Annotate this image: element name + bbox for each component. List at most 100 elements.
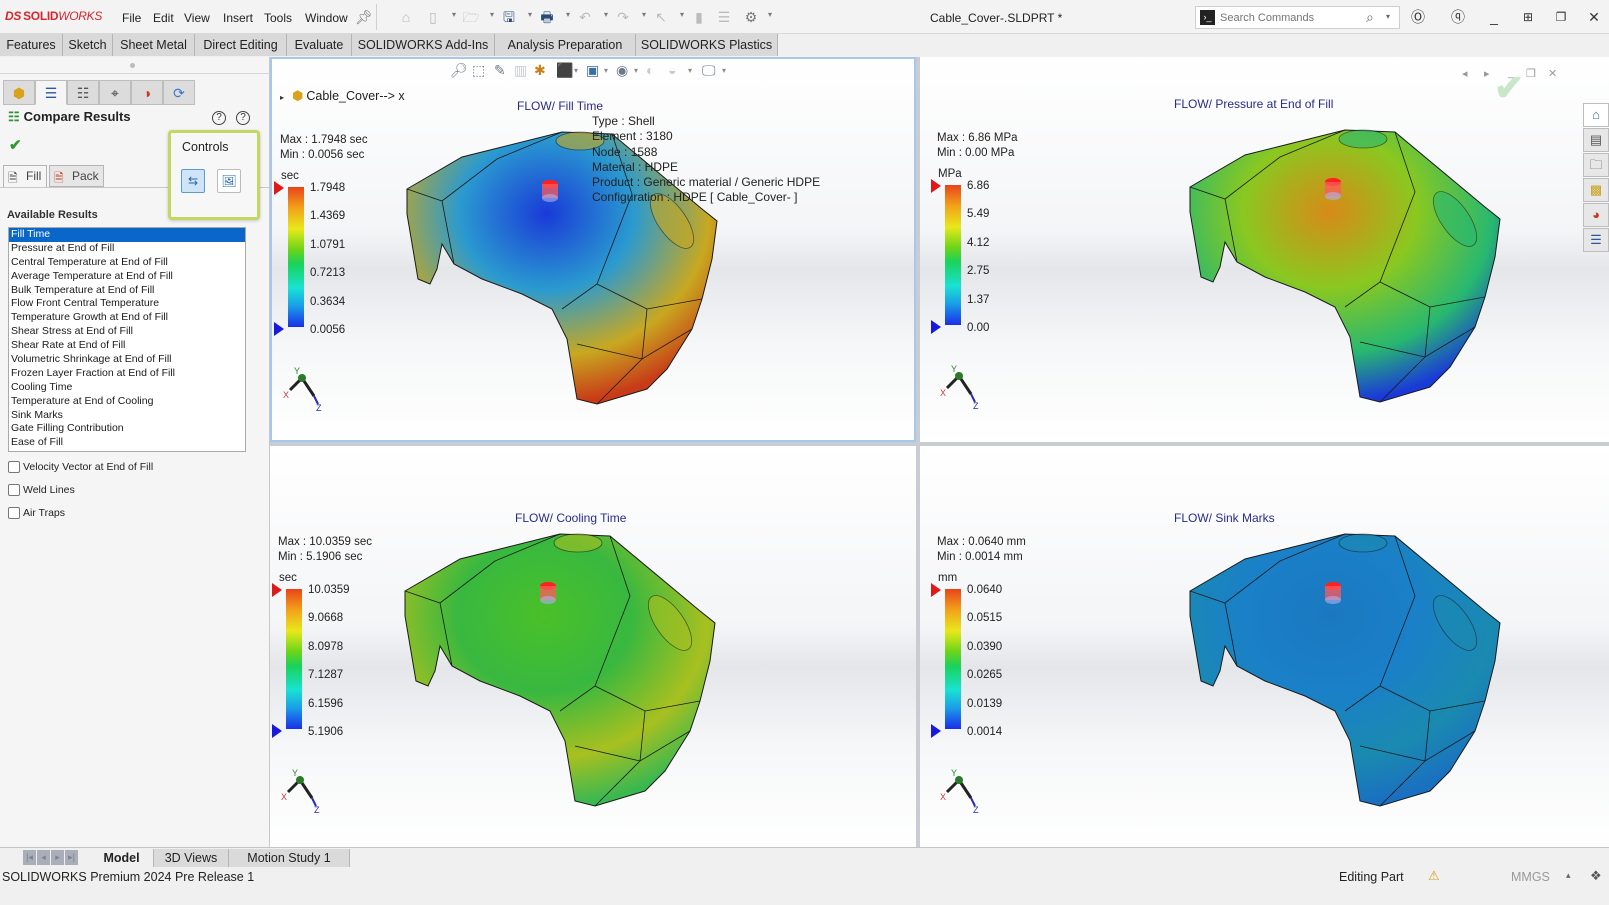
previous-tab-arrow-icon[interactable]: ◂ [37,850,50,865]
chevron-down-icon[interactable]: ▾ [1386,12,1390,21]
display-style-icon[interactable]: ▣ [586,62,599,79]
weld-lines-checkbox[interactable]: Weld Lines [8,484,75,498]
menu-file[interactable]: File [122,11,141,25]
chevron-down-icon[interactable]: ▾ [490,10,494,19]
tab-direct-editing[interactable]: Direct Editing [195,34,287,56]
new-document-icon[interactable]: ▯ [424,8,442,26]
plastics-manager-tab-icon[interactable]: ⟳ [163,80,195,105]
list-item[interactable]: Bulk Temperature at End of Fill [9,284,245,298]
horizontal-viewport-splitter[interactable] [270,442,1609,446]
previous-viewport-icon[interactable]: ◂ [1462,67,1468,80]
list-item[interactable]: Shear Rate at End of Fill [9,339,245,353]
viewport-sink-marks[interactable]: FLOW/ Sink Marks Max : 0.0640 mm Min : 0… [920,446,1609,847]
rebuild-status-icon[interactable]: ⚠ [1428,868,1440,884]
chevron-down-icon[interactable]: ▾ [528,10,532,19]
menu-insert[interactable]: Insert [223,11,253,25]
zoom-to-fit-icon[interactable]: 🔎︎ [450,62,468,79]
list-item[interactable]: Frozen Layer Fraction at End of Fill [9,367,245,381]
help-icon[interactable]: ⓠ [1448,8,1468,26]
graphics-area[interactable]: FLOW/ Fill Time Max : 1.7948 sec Min : 0… [270,57,1609,847]
image-settings-button[interactable]: 🖼︎ [217,169,241,193]
propertymanager-tab-icon[interactable]: ☰ [35,80,67,105]
view-settings-icon[interactable]: 🖵︎ [702,62,716,79]
chevron-down-icon[interactable]: ▾ [604,66,608,75]
viewport-pressure[interactable]: FLOW/ Pressure at End of Fill Max : 6.86… [920,57,1609,442]
chevron-down-icon[interactable]: ▾ [642,10,646,19]
dimxpert-tab-icon[interactable]: ⌖ [99,80,131,105]
chevron-down-icon[interactable]: ▾ [574,66,578,75]
list-item[interactable]: Temperature at End of Cooling [9,395,245,409]
minimize-button[interactable]: _ [1484,8,1504,26]
view-orientation-icon[interactable]: ⬛ [556,62,573,79]
print-icon[interactable]: 🖶︎ [538,8,556,26]
menu-window[interactable]: Window [305,11,348,25]
featuremanager-tree-tab-icon[interactable]: ⬢ [3,80,35,105]
checkbox[interactable] [8,484,20,497]
home-icon[interactable]: ⌂ [397,8,415,26]
subtab-pack[interactable]: 🗎︎ Pack [49,165,104,187]
part-model-result-plot[interactable] [400,531,730,821]
restore-button[interactable]: ❐ [1551,8,1571,26]
previous-view-icon[interactable]: ✎ [494,62,506,79]
select-cursor-icon[interactable]: ↖ [652,8,670,26]
expand-arrow-icon[interactable]: ▸ [280,93,284,102]
redo-icon[interactable]: ↷ [614,8,632,26]
tile-windows-button[interactable]: ⊞ [1518,8,1538,26]
legend-max-marker-icon[interactable] [274,181,284,195]
last-tab-arrow-icon[interactable]: ▸| [65,850,78,865]
viewport-cooling-time[interactable]: FLOW/ Cooling Time Max : 10.0359 sec Min… [270,446,916,847]
unit-system-status[interactable]: MMGS [1511,870,1550,884]
subtab-fill[interactable]: 🗎︎ Fill [3,165,47,187]
list-item[interactable]: Flow Front Central Temperature [9,297,245,311]
next-tab-arrow-icon[interactable]: ▸ [51,850,64,865]
list-item[interactable]: Cooling Time [9,381,245,395]
chevron-up-icon[interactable]: ▴ [1566,870,1571,881]
help-icon[interactable]: ? [236,111,250,125]
undo-icon[interactable]: ↶ [576,8,594,26]
appearances-scenes-icon[interactable]: ◕ [1583,203,1609,227]
whats-new-help-icon[interactable]: ? [212,111,226,125]
ok-checkmark-button[interactable]: ✔ [9,136,22,154]
display-manager-tab-icon[interactable]: ◑ [131,80,163,105]
tab-sheet-metal[interactable]: Sheet Metal [113,34,195,56]
legend-min-marker-icon[interactable] [931,320,941,334]
search-commands-input[interactable] [1220,10,1360,26]
confirmation-corner-ok-icon[interactable]: ✔ [1494,67,1524,109]
list-item[interactable]: Volumetric Shrinkage at End of Fill [9,353,245,367]
vertical-viewport-splitter[interactable] [916,57,920,847]
list-item[interactable]: Central Temperature at End of Fill [9,256,245,270]
chevron-down-icon[interactable]: ▾ [722,66,726,75]
file-properties-icon[interactable]: ☰ [715,8,733,26]
search-commands-box[interactable]: ›_ ⌕ ▾ [1195,6,1400,29]
section-view-icon[interactable]: ▥ [514,62,527,79]
tags-icon[interactable]: ❖ [1590,868,1602,884]
next-viewport-icon[interactable]: ▸ [1484,67,1490,80]
tab-analysis-preparation[interactable]: Analysis Preparation [495,34,636,56]
chevron-down-icon[interactable]: ▾ [604,10,608,19]
menu-tools[interactable]: Tools [264,11,292,25]
tab-features[interactable]: Features [0,34,63,56]
viewport-fill-time[interactable]: FLOW/ Fill Time Max : 1.7948 sec Min : 0… [270,57,916,442]
tab-solidworks-add-ins[interactable]: SOLIDWORKS Add-Ins [352,34,495,56]
menu-edit[interactable]: Edit [153,11,174,25]
checkbox[interactable] [8,461,20,474]
splitter-handle[interactable] [130,63,135,68]
first-tab-arrow-icon[interactable]: |◂ [23,850,36,865]
legend-max-marker-icon[interactable] [931,179,941,193]
rebuild-icon[interactable]: ▮ [690,8,708,26]
part-model-result-plot[interactable] [1185,531,1515,821]
air-traps-checkbox[interactable]: Air Traps [8,507,65,521]
dynamic-annotation-icon[interactable]: ✱ [534,62,546,79]
tab-motion-study[interactable]: Motion Study 1 [229,849,350,867]
checkbox[interactable] [8,507,20,520]
list-item[interactable]: Pressure at End of Fill [9,242,245,256]
legend-min-marker-icon[interactable] [931,724,941,738]
legend-max-marker-icon[interactable] [272,583,282,597]
list-item[interactable]: Average Temperature at End of Fill [9,270,245,284]
edit-appearance-icon[interactable]: ◐ [646,62,654,78]
legend-min-marker-icon[interactable] [274,322,284,336]
list-item[interactable]: Temperature Growth at End of Fill [9,311,245,325]
design-library-icon[interactable]: ▤ [1583,128,1609,152]
menu-view[interactable]: View [184,11,210,25]
user-account-icon[interactable]: Ⓞ [1408,8,1428,26]
